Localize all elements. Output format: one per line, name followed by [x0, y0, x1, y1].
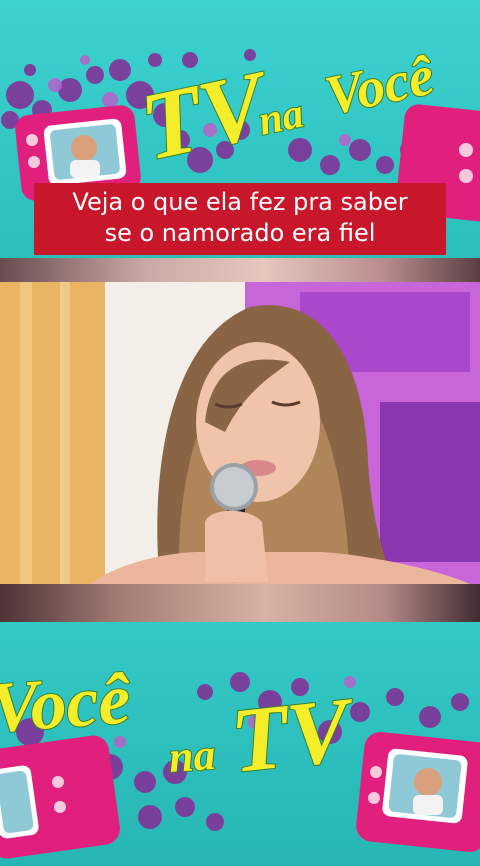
- show-banner-top: Você na TV Veja o que ela fez pra saber …: [0, 0, 480, 258]
- show-banner-bottom: Você na TV: [0, 622, 480, 866]
- blurred-strip-top: [0, 258, 480, 282]
- logo-word-na: na: [167, 730, 217, 782]
- blurred-strip-bottom: [0, 584, 480, 622]
- singer-image: [0, 282, 480, 584]
- video-caption: Veja o que ela fez pra saber se o namora…: [34, 183, 446, 255]
- logo-word-voce: Você: [0, 658, 134, 748]
- logo-word-tv: TV: [226, 677, 360, 791]
- tv-set-icon: [356, 732, 480, 852]
- video-frame[interactable]: [0, 282, 480, 584]
- caption-line-1: Veja o que ela fez pra saber: [72, 188, 408, 216]
- caption-line-2: se o namorado era fiel: [104, 219, 376, 247]
- logo-word-tv: TV: [132, 49, 281, 181]
- tv-set-icon: [0, 735, 120, 859]
- show-logo-graphic-bottom: Você na TV: [0, 657, 480, 859]
